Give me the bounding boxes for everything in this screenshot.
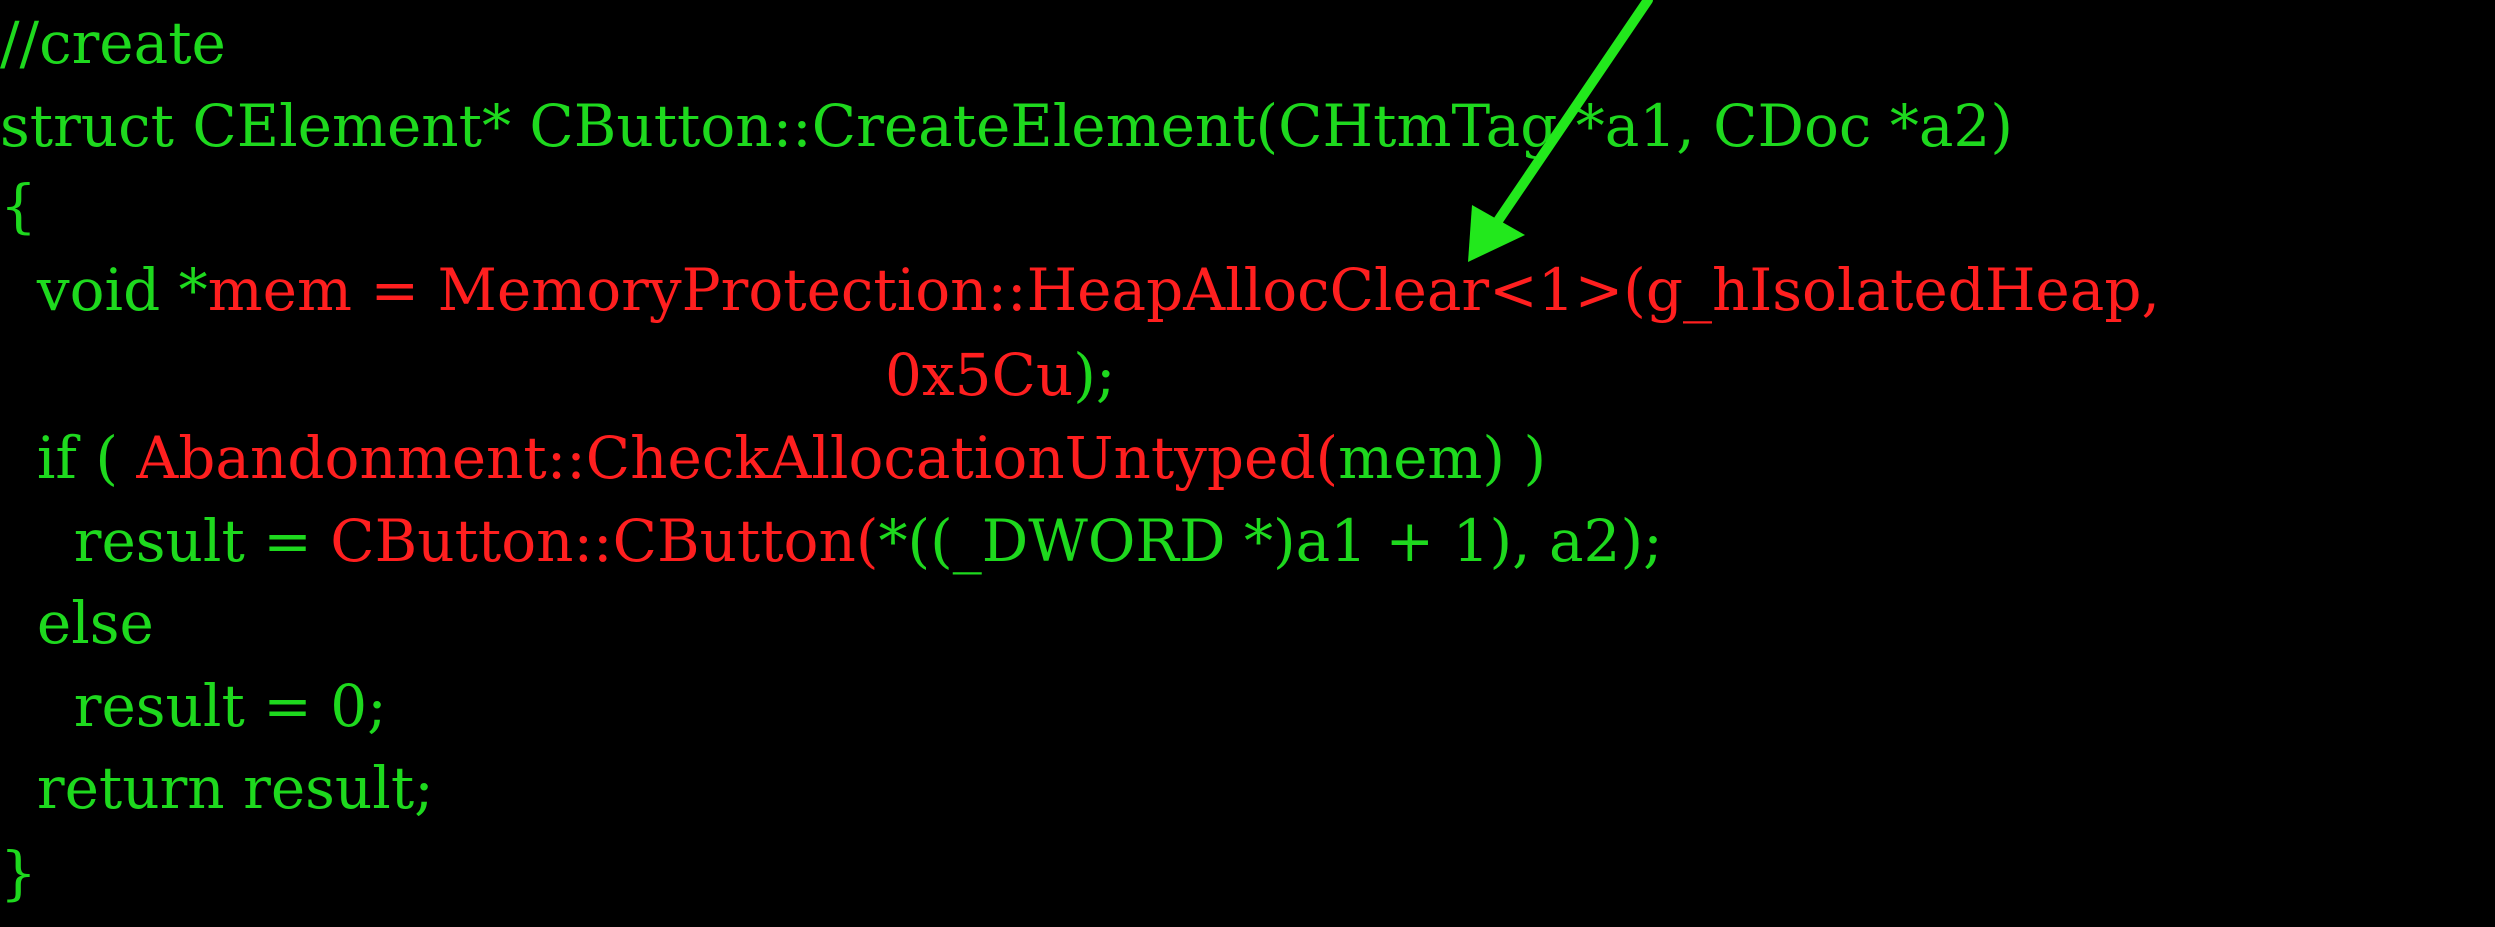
code-token: result = 0; — [0, 672, 387, 740]
code-token: g_hIsolatedHeap, — [1645, 256, 2160, 324]
code-token: } — [0, 839, 37, 907]
code-token: struct CElement* CButton::CreateElement(… — [0, 92, 2013, 160]
code-token: CButton::CButton( — [330, 507, 879, 575]
code-line: void *mem = MemoryProtection::HeapAllocC… — [0, 247, 2160, 333]
code-token: { — [0, 172, 37, 240]
code-line: //create — [0, 0, 226, 86]
code-line: result = CButton::CButton(*((_DWORD *)a1… — [0, 498, 1663, 584]
code-token: void * — [0, 256, 208, 324]
code-line: else — [0, 580, 154, 666]
code-token: *((_DWORD *)a1 + 1), a2); — [878, 507, 1663, 575]
code-line: } — [0, 830, 37, 916]
code-token: result = — [0, 507, 331, 575]
code-line: 0x5Cu); — [0, 332, 1115, 418]
code-token: 0x5Cu — [0, 341, 1074, 409]
code-token: return result; — [0, 754, 434, 822]
code-line: struct CElement* CButton::CreateElement(… — [0, 83, 2013, 169]
code-token: else — [0, 589, 154, 657]
code-line: return result; — [0, 745, 434, 831]
code-token: if ( — [0, 424, 137, 492]
code-line: if ( Abandonment::CheckAllocationUntyped… — [0, 415, 1546, 501]
code-token: ); — [1073, 341, 1116, 409]
code-token: mem = MemoryProtection::HeapAllocClear<1… — [207, 256, 1646, 324]
code-token: mem) ) — [1338, 424, 1547, 492]
code-token: //create — [0, 9, 226, 77]
code-line: { — [0, 163, 37, 249]
code-token: Abandonment::CheckAllocationUntyped( — [136, 424, 1339, 492]
code-editor: //createstruct CElement* CButton::Create… — [0, 0, 2495, 927]
code-line: result = 0; — [0, 663, 387, 749]
